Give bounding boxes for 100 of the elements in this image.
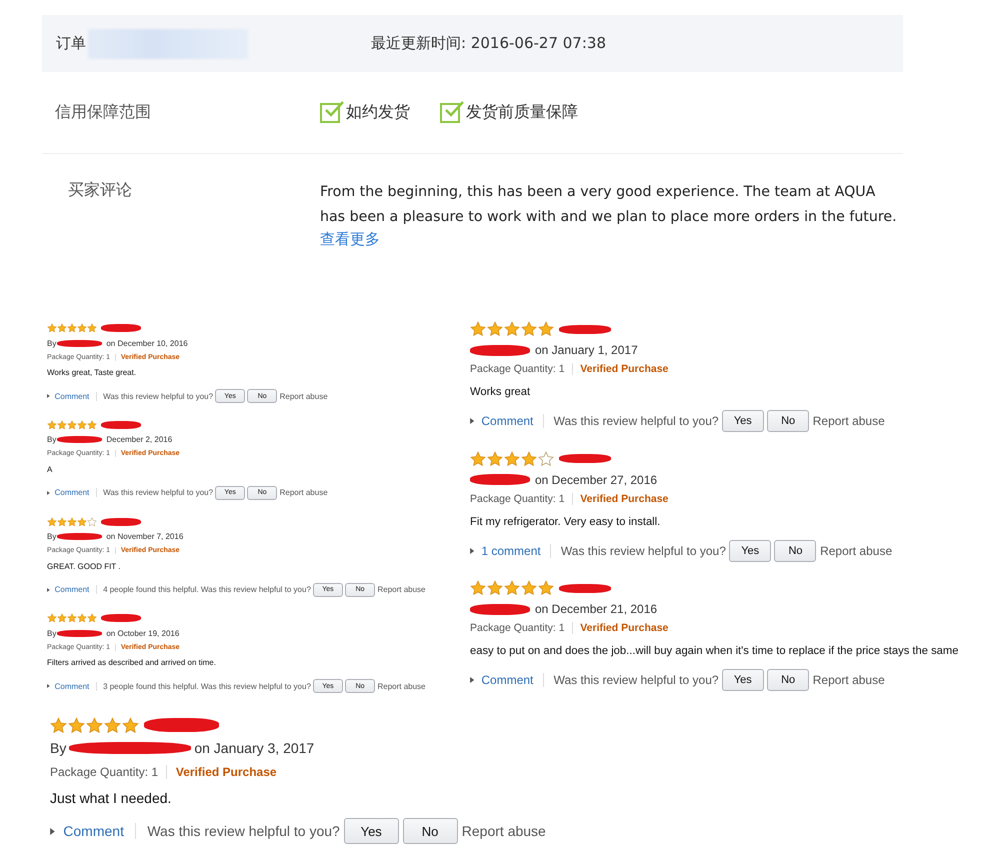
review-text: Fit my refrigerator. Very easy to install. [470,514,662,530]
star-icon [538,580,554,596]
redaction-mark [57,630,102,637]
star-icon [521,321,537,337]
caret-icon[interactable] [47,684,50,688]
helpful-question: Was this review helpful to you? [554,673,719,688]
review-date: on November 7, 2016 [106,532,184,541]
redaction-mark [101,420,141,429]
by-label: By [47,435,56,444]
star-icon [538,450,554,467]
by-label: By [47,628,56,638]
redaction-mark [470,344,530,356]
star-icon [67,323,77,333]
star-icon [57,323,67,333]
row-label: 买家评论 [68,180,133,201]
star-icon [67,613,77,624]
comment-link[interactable]: Comment [481,673,544,688]
helpful-question: Was this review helpful to you? [554,414,719,428]
caret-icon[interactable] [470,548,474,554]
caret-icon[interactable] [50,828,55,834]
by-label: By [47,532,56,541]
comment-link[interactable]: Comment [54,392,97,400]
redaction-mark [57,436,102,444]
comment-link[interactable]: Comment [54,585,97,594]
caret-icon[interactable] [470,677,474,684]
package-quantity: Package Quantity: 1 [470,622,573,634]
review-text: A [47,464,54,476]
verified-purchase: Verified Purchase [580,492,668,505]
no-button[interactable]: No [774,540,816,562]
caret-icon[interactable] [47,588,50,592]
star-icon [538,321,554,337]
star-icon [57,420,67,430]
review-text: easy to put on and does the job...will buy again when it's time to replace if the price stays the same [470,644,960,660]
comment-link[interactable]: 1 comment [481,544,552,558]
comment-link[interactable]: Comment [63,823,136,839]
yes-button[interactable]: Yes [722,410,764,432]
by-label: By [50,740,66,756]
report-abuse-link[interactable]: Report abuse [820,544,892,558]
comment-link[interactable]: Comment [54,488,97,498]
yes-button[interactable]: Yes [344,818,399,844]
caret-icon[interactable] [470,418,474,424]
review-date: on December 21, 2016 [535,602,658,616]
star-icon [104,716,121,734]
guarantee-label: 发货前质量保障 [466,102,578,123]
report-abuse-link[interactable]: Report abuse [377,682,426,691]
caret-icon[interactable] [47,490,50,495]
review-text: Just what I needed. [50,789,172,808]
star-icon [47,323,57,333]
review-date: on January 1, 2017 [535,343,638,357]
star-icon [504,580,520,596]
star-icon [57,613,67,624]
star-icon [77,613,87,624]
order-label: 订单 [56,34,86,53]
star-icon [47,613,57,624]
helpful-question: Was this review helpful to you? [147,823,340,839]
yes-button[interactable]: Yes [722,669,764,692]
helpful-question: 4 people found this helpful. Was this review helpful to you? [103,585,311,594]
star-icon [470,580,486,596]
star-icon [86,716,103,734]
no-button[interactable]: No [767,669,810,692]
star-icon [470,321,486,337]
report-abuse-link[interactable]: Report abuse [462,823,546,839]
no-button[interactable]: No [767,410,810,432]
redaction-mark [101,518,141,526]
star-icon [87,613,97,624]
star-icon [77,516,87,526]
verified-purchase: Verified Purchase [580,622,668,634]
review-text: Works great, Taste great. [47,367,138,379]
star-icon [67,516,77,526]
star-icon [504,321,520,337]
star-icon [50,716,67,734]
review-text: GREAT. GOOD FIT . [47,560,122,572]
row-label: 信用保障范围 [55,102,152,123]
report-abuse-link[interactable]: Report abuse [280,488,328,498]
package-quantity: Package Quantity: 1 [470,363,573,375]
star-icon [47,420,57,430]
report-abuse-link[interactable]: Report abuse [377,585,426,594]
star-icon [487,321,503,337]
report-abuse-link[interactable]: Report abuse [812,673,885,688]
review-date: on January 3, 2017 [194,740,314,756]
caret-icon[interactable] [47,394,50,398]
review-text: Works great [470,385,532,400]
review-text: Filters arrived as described and arrived on time. [47,657,217,670]
redaction-mark [470,604,530,615]
report-abuse-link[interactable]: Report abuse [280,392,328,400]
star-icon [521,450,537,467]
star-icon [67,420,77,430]
yes-button[interactable]: Yes [729,540,772,562]
redaction-mark [57,340,102,346]
report-abuse-link[interactable]: Report abuse [812,414,885,428]
view-more-link[interactable]: 查看更多 [320,230,380,248]
comment-link[interactable]: Comment [481,414,544,428]
star-icon [521,580,537,596]
no-button[interactable]: No [402,818,458,844]
star-icon [57,516,67,526]
comment-link[interactable]: Comment [54,682,97,691]
helpful-question: Was this review helpful to you? [560,544,726,558]
helpful-question: Was this review helpful to you? [103,392,214,400]
helpful-question: 3 people found this helpful. Was this review helpful to you? [103,682,311,691]
star-icon [68,716,85,734]
